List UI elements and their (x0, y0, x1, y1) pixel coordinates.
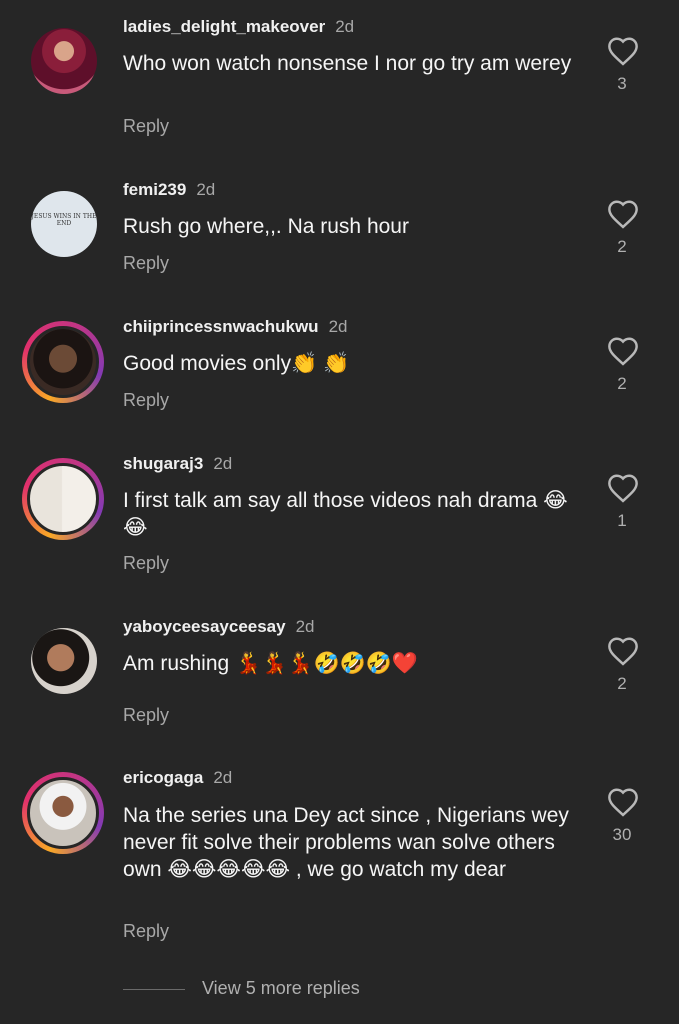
comment-text: Who won watch nonsense I nor go try am w… (123, 52, 572, 75)
comment-username[interactable]: ericogaga 2d (123, 768, 232, 788)
comment-text: Na the series una Dey act since , Nigeri… (123, 804, 569, 881)
reply-button[interactable]: Reply (123, 553, 169, 574)
comment-username[interactable]: ladies_delight_makeover 2d (123, 17, 354, 37)
heart-icon[interactable] (604, 636, 642, 666)
comment-timestamp: 2d (196, 180, 216, 199)
comment-timestamp: 2d (213, 454, 233, 473)
avatar[interactable] (22, 321, 104, 403)
comment-timestamp: 2d (335, 17, 355, 36)
like-count: 3 (617, 74, 627, 93)
reply-button[interactable]: Reply (123, 921, 169, 942)
comment-text: Rush go where,,. Na rush hour (123, 215, 409, 238)
like-count: 30 (612, 825, 632, 844)
comment-username[interactable]: shugaraj3 2d (123, 454, 232, 474)
heart-icon[interactable] (604, 473, 642, 503)
view-more-replies-label[interactable]: View 5 more replies (202, 978, 360, 999)
like-count: 2 (617, 374, 627, 393)
comment-text: I first talk am say all those videos nah… (123, 489, 568, 539)
divider (123, 989, 185, 990)
avatar[interactable] (22, 772, 104, 854)
avatar[interactable]: JESUS WINS IN THE END (22, 182, 104, 264)
heart-icon[interactable] (604, 36, 642, 66)
comment-username[interactable]: femi239 2d (123, 180, 215, 200)
comment-text: Good movies only👏 👏 (123, 352, 350, 375)
view-more-replies[interactable]: View 5 more replies (123, 978, 523, 1002)
comment-timestamp: 2d (328, 317, 348, 336)
heart-icon[interactable] (604, 787, 642, 817)
avatar[interactable] (22, 619, 104, 701)
comment-username[interactable]: yaboyceesayceesay 2d (123, 617, 315, 637)
reply-button[interactable]: Reply (123, 253, 169, 274)
reply-button[interactable]: Reply (123, 705, 169, 726)
avatar[interactable] (22, 458, 104, 540)
like-count: 2 (617, 674, 627, 693)
like-count: 1 (617, 511, 627, 530)
comment-text: Am rushing 💃💃💃🤣🤣🤣❤️ (123, 652, 419, 675)
avatar-text: JESUS WINS IN THE END (31, 191, 97, 257)
comment-timestamp: 2d (295, 617, 315, 636)
reply-button[interactable]: Reply (123, 390, 169, 411)
heart-icon[interactable] (604, 336, 642, 366)
like-count: 2 (617, 237, 627, 256)
comment-timestamp: 2d (213, 768, 233, 787)
comment-username[interactable]: chiiprincessnwachukwu 2d (123, 317, 347, 337)
reply-button[interactable]: Reply (123, 116, 169, 137)
avatar[interactable] (22, 19, 104, 101)
heart-icon[interactable] (604, 199, 642, 229)
